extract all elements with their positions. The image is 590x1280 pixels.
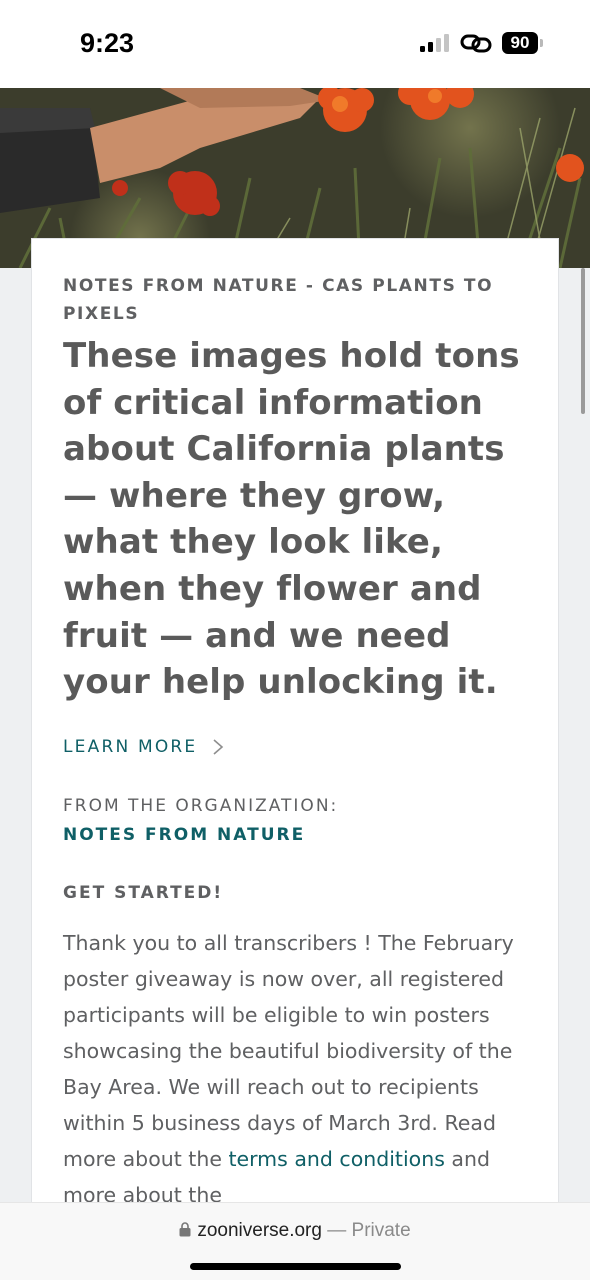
get-started-heading: GET STARTED! bbox=[63, 883, 224, 903]
learn-more-label: LEARN MORE bbox=[63, 737, 198, 757]
link-icon bbox=[460, 34, 492, 53]
url-separator: — bbox=[321, 1220, 352, 1241]
terms-link[interactable]: terms and conditions bbox=[228, 1147, 444, 1171]
private-mode-label: Private bbox=[351, 1220, 411, 1241]
url-domain: zooniverse.org bbox=[197, 1220, 322, 1241]
url-row[interactable]: zooniverse.org — Private bbox=[0, 1220, 590, 1242]
status-time: 9:23 bbox=[80, 28, 135, 58]
chevron-right-icon bbox=[213, 739, 224, 755]
lock-icon bbox=[179, 1222, 191, 1237]
battery-level: 90 bbox=[502, 32, 538, 54]
battery-icon: 90 bbox=[502, 32, 543, 54]
project-card: NOTES FROM NATURE - CAS PLANTS TO PIXELS… bbox=[31, 238, 559, 1238]
project-title: NOTES FROM NATURE - CAS PLANTS TO PIXELS bbox=[63, 276, 494, 324]
page-scrollbar[interactable] bbox=[581, 268, 585, 414]
home-indicator[interactable] bbox=[190, 1263, 401, 1270]
get-started-text: Thank you to all transcribers ! The Febr… bbox=[63, 925, 543, 1213]
body-text-part-1: Thank you to all transcribers ! The Febr… bbox=[63, 931, 514, 1171]
organization-label: FROM THE ORGANIZATION: bbox=[63, 796, 339, 816]
browser-url-bar[interactable]: zooniverse.org — Private bbox=[0, 1202, 590, 1280]
status-bar: 9:23 90 bbox=[0, 0, 590, 88]
learn-more-link[interactable]: LEARN MORE bbox=[63, 737, 225, 757]
organization-link[interactable]: NOTES FROM NATURE bbox=[63, 825, 305, 845]
signal-icon bbox=[420, 34, 449, 52]
project-headline: These images hold tons of critical infor… bbox=[63, 336, 520, 703]
